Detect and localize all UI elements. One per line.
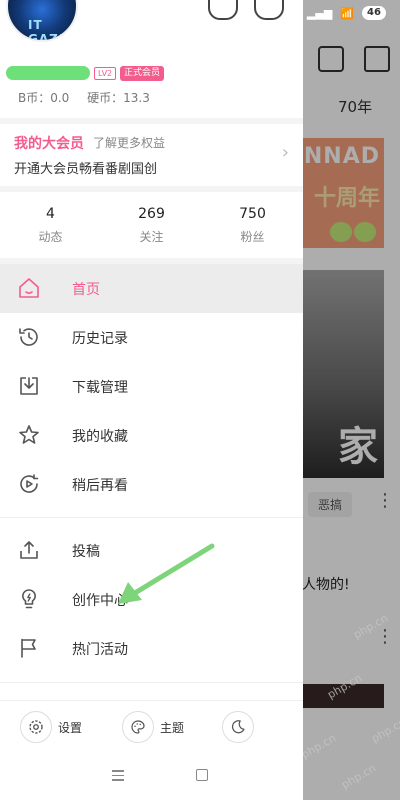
menu-item-download[interactable]: 下载管理	[0, 362, 303, 411]
watch-later-icon	[20, 474, 39, 493]
gear-icon	[20, 711, 52, 743]
menu-label: 热门活动	[72, 642, 128, 658]
menu-item-history[interactable]: 历史记录	[0, 313, 303, 362]
vip-description: 开通大会员畅看番剧国创	[14, 162, 158, 177]
theme-button[interactable]: 主题	[122, 711, 184, 743]
primary-menu: 首页 历史记录 下载管理 我的收藏 稍后再看	[0, 264, 303, 509]
wifi-icon: 📶	[340, 6, 354, 20]
moon-icon	[222, 711, 254, 743]
palette-icon	[122, 711, 154, 743]
theme-label: 主题	[160, 720, 185, 735]
signal-icon: ▂▄▆	[306, 6, 333, 20]
menu-label: 投稿	[72, 544, 100, 560]
level-badge: LV2	[94, 67, 117, 80]
history-icon	[19, 328, 38, 346]
secondary-menu: 投稿 创作中心 热门活动	[0, 526, 303, 673]
avatar-text: IT GAZB	[28, 18, 69, 42]
menu-label: 创作中心	[72, 593, 128, 609]
upload-icon	[20, 541, 38, 559]
night-mode-button[interactable]	[222, 711, 254, 743]
drawer-bottom-bar: 设置 主题	[0, 700, 303, 752]
menu-item-favorites[interactable]: 我的收藏	[0, 411, 303, 460]
vip-subtitle: 了解更多权益	[93, 136, 166, 150]
member-badge: 正式会员	[120, 66, 165, 81]
stat-label: 动态	[38, 230, 63, 244]
b-coin-balance: B币：0.0	[18, 91, 70, 105]
stats-row: 4 动态 269 关注 750 粉丝	[0, 192, 303, 258]
battery-indicator: 46	[362, 6, 386, 20]
stat-label: 关注	[139, 230, 164, 244]
settings-label: 设置	[58, 720, 83, 735]
scan-icon[interactable]	[254, 0, 284, 20]
menu-item-upload[interactable]: 投稿	[0, 526, 303, 575]
menu-item-events[interactable]: 热门活动	[0, 624, 303, 673]
menu-label: 稍后再看	[72, 478, 128, 494]
stat-value: 750	[239, 206, 266, 222]
menu-item-watch-later[interactable]: 稍后再看	[0, 460, 303, 509]
stat-value: 269	[138, 206, 165, 222]
vip-promo-card[interactable]: 我的大会员 了解更多权益 开通大会员畅看番剧国创 ›	[0, 124, 303, 186]
chevron-right-icon: ›	[281, 142, 289, 163]
stat-followers[interactable]: 750 粉丝	[202, 192, 303, 258]
settings-button[interactable]: 设置	[20, 711, 82, 743]
menu-label: 历史记录	[72, 331, 128, 347]
menu-label: 首页	[72, 282, 100, 298]
lightbulb-icon	[22, 589, 36, 609]
profile-header: 晚 IT GAZB LV2 正式会员 B币：0.0 硬币：13.3	[0, 0, 303, 118]
wallet-icon[interactable]	[208, 0, 238, 20]
navigation-drawer: 晚 IT GAZB LV2 正式会员 B币：0.0 硬币：13.3 我的大会员 …	[0, 0, 303, 800]
menu-divider	[0, 682, 303, 683]
stat-following[interactable]: 269 关注	[101, 192, 202, 258]
menu-divider	[0, 517, 303, 518]
menu-item-home[interactable]: 首页	[0, 264, 303, 313]
avatar[interactable]: IT GAZB	[6, 0, 78, 42]
vip-title: 我的大会员	[14, 136, 84, 152]
stat-dynamics[interactable]: 4 动态	[0, 192, 101, 258]
menu-label: 下载管理	[72, 380, 128, 396]
menu-item-creator-center[interactable]: 创作中心	[0, 575, 303, 624]
coin-balances: B币：0.0 硬币：13.3	[18, 89, 164, 106]
stat-value: 4	[46, 206, 55, 222]
home-button-icon[interactable]	[196, 769, 208, 781]
star-icon	[19, 425, 39, 444]
menu-label: 我的收藏	[72, 429, 128, 445]
home-icon	[19, 278, 39, 298]
flag-icon	[21, 638, 36, 658]
hard-coin-balance: 硬币：13.3	[87, 91, 150, 105]
download-icon	[20, 377, 38, 395]
system-navigation-bar	[0, 752, 303, 800]
recent-apps-icon[interactable]	[112, 770, 124, 784]
stat-label: 粉丝	[240, 230, 265, 244]
username-redacted[interactable]	[6, 66, 90, 80]
